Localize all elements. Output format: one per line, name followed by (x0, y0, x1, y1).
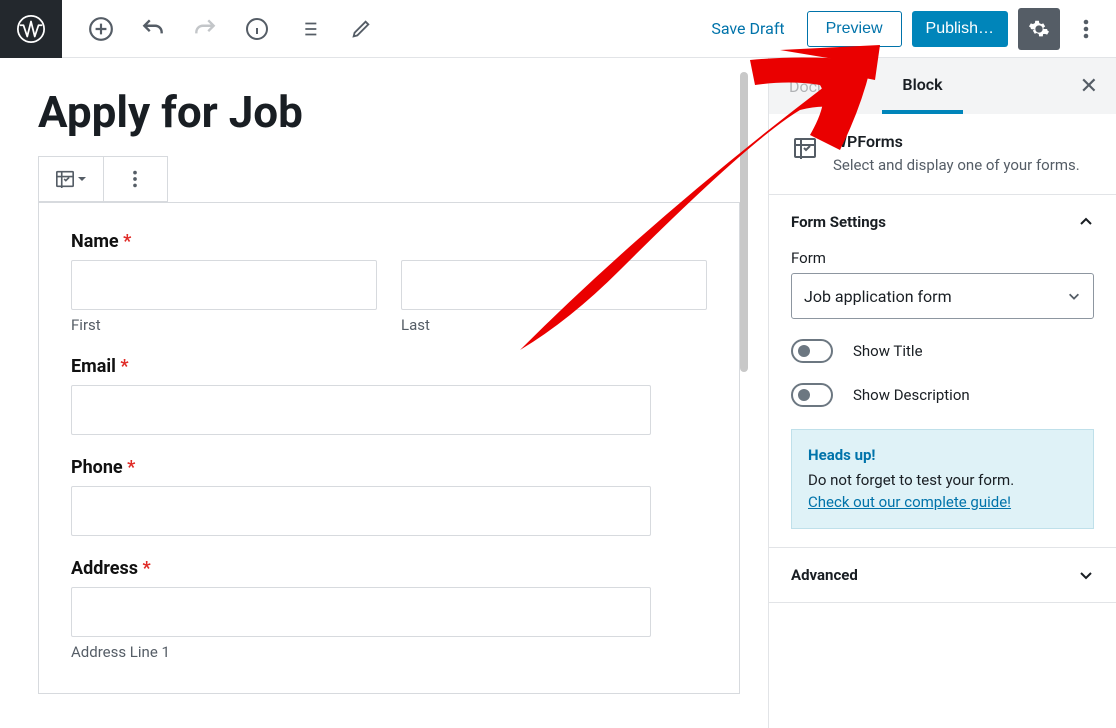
toggle-show-desc-row: Show Description (791, 383, 1094, 407)
sublabel-last: Last (401, 316, 707, 334)
callout-heads-up: Heads up! Do not forget to test your for… (791, 429, 1094, 529)
input-email[interactable] (71, 385, 651, 435)
block-type-icon[interactable] (39, 157, 104, 201)
editor-main: Apply for Job Name * First (0, 58, 768, 728)
toggle-show-description[interactable] (791, 383, 833, 407)
block-intro-title: WPForms (833, 132, 1080, 151)
toggle-show-title[interactable] (791, 339, 833, 363)
scrollbar[interactable] (740, 72, 748, 372)
label-email: Email * (71, 356, 707, 377)
add-block-icon[interactable] (80, 8, 122, 50)
tab-document[interactable]: Document (769, 58, 882, 114)
input-last-name[interactable] (401, 260, 707, 310)
outline-icon[interactable] (288, 8, 330, 50)
callout-link[interactable]: Check out our complete guide! (808, 493, 1011, 511)
block-intro: WPForms Select and display one of your f… (769, 114, 1116, 195)
close-icon[interactable]: ✕ (1080, 74, 1116, 99)
panel-form-settings: Form Settings Form Job application form … (769, 195, 1116, 548)
redo-icon (184, 8, 226, 50)
field-address: Address * Address Line 1 (71, 558, 707, 661)
settings-sidebar: Document Block ✕ WPForms Select and disp… (768, 58, 1116, 728)
editor-top-bar: Save Draft Preview Publish… (0, 0, 1116, 58)
preview-button[interactable]: Preview (807, 11, 902, 47)
sublabel-addr1: Address Line 1 (71, 643, 707, 661)
save-draft-button[interactable]: Save Draft (699, 11, 796, 46)
publish-button[interactable]: Publish… (912, 11, 1008, 47)
panel-header-form-settings[interactable]: Form Settings (791, 213, 1094, 231)
undo-icon[interactable] (132, 8, 174, 50)
toolbar-right: Save Draft Preview Publish… (699, 8, 1116, 50)
form-preview: Name * First Last Email * Phone * (38, 202, 740, 694)
label-form-select: Form (791, 249, 1094, 267)
block-more-icon[interactable] (104, 157, 168, 201)
block-intro-desc: Select and display one of your forms. (833, 155, 1080, 176)
form-select[interactable]: Job application form (791, 273, 1094, 319)
sublabel-first: First (71, 316, 377, 334)
toggle-show-title-row: Show Title (791, 339, 1094, 363)
field-phone: Phone * (71, 457, 707, 536)
more-menu-icon[interactable] (1070, 8, 1102, 50)
wp-logo[interactable] (0, 0, 62, 58)
sidebar-tabs: Document Block ✕ (769, 58, 1116, 114)
edit-icon[interactable] (340, 8, 382, 50)
panel-header-advanced[interactable]: Advanced (791, 566, 1094, 584)
settings-button[interactable] (1018, 8, 1060, 50)
toolbar-left (62, 8, 382, 50)
input-first-name[interactable] (71, 260, 377, 310)
block-toolbar (38, 156, 168, 202)
input-phone[interactable] (71, 486, 651, 536)
label-name: Name * (71, 231, 707, 252)
info-icon[interactable] (236, 8, 278, 50)
toggle-show-title-label: Show Title (853, 342, 923, 360)
content-area: Apply for Job Name * First (0, 58, 1116, 728)
panel-advanced: Advanced (769, 548, 1116, 603)
label-address: Address * (71, 558, 707, 579)
field-name: Name * First Last (71, 231, 707, 334)
input-address-1[interactable] (71, 587, 651, 637)
tab-block[interactable]: Block (882, 58, 962, 114)
label-phone: Phone * (71, 457, 707, 478)
field-email: Email * (71, 356, 707, 435)
toggle-show-desc-label: Show Description (853, 386, 970, 404)
page-title[interactable]: Apply for Job (38, 86, 744, 138)
wpforms-icon (791, 134, 819, 162)
